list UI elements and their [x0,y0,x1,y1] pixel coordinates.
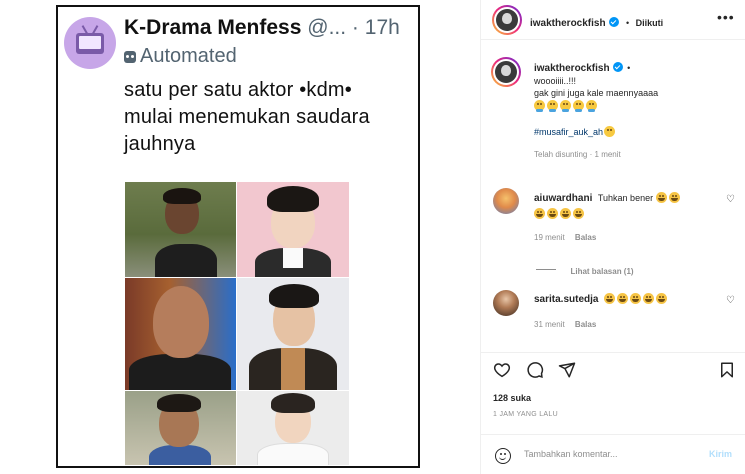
comment-time[interactable]: 19 menit [534,233,565,242]
crying-emoji-icon [547,100,558,112]
view-replies-label[interactable]: Lihat balasan (1) [570,267,633,276]
laughing-emoji-icon [656,293,667,304]
header-avatar[interactable] [492,5,522,35]
reply-button[interactable]: Balas [575,233,596,242]
tweet-text: satu per satu aktor •kdm• mulai menemuka… [124,77,416,158]
replies-divider [536,269,556,271]
grimace-emoji-icon [604,126,616,137]
header-dot: • [626,18,630,28]
photo-actor-smiling [237,182,349,277]
photo-man-outdoor [125,182,236,277]
comment-icon[interactable] [526,361,544,379]
automated-text: Automated [140,45,237,67]
caption-emojis [534,100,734,112]
caption-line-2: gak gini juga kale maennyaaaa [534,88,659,98]
caption-line-1: woooiiii..!!! [534,76,577,86]
comment-username[interactable]: aiuwardhani [534,193,592,204]
caption-username[interactable]: iwaktherockfish [534,63,610,74]
instagram-post-view: K-Drama Menfess @... · 17h Automated sat… [0,0,745,474]
post-image[interactable]: K-Drama Menfess @... · 17h Automated sat… [0,0,479,474]
share-icon[interactable] [558,361,576,379]
laughing-emoji-icon [668,192,680,203]
comment-like-heart-icon[interactable]: ♡ [726,296,735,306]
verified-icon [612,62,623,72]
crying-emoji-icon [573,100,584,112]
tweet-screenshot: K-Drama Menfess @... · 17h Automated sat… [56,5,420,468]
crying-emoji-icon [560,100,571,112]
tweet-text-line: jauhnya [124,133,196,155]
tweet-header: K-Drama Menfess @... · 17h [124,15,416,41]
comment-username[interactable]: sarita.sutedja [534,294,598,305]
tweet-avatar [64,17,116,69]
laughing-emoji-icon [560,208,571,219]
comment-time[interactable]: 31 menit [534,320,565,329]
edited-sep: · [589,150,593,159]
tweet-automated-label: Automated [124,45,237,68]
tweet-display-name: K-Drama Menfess [124,16,302,39]
comment-body: aiuwardhani Tuhkan bener [534,192,734,220]
bookmark-icon[interactable] [718,361,736,379]
laughing-emoji-icon [604,293,615,304]
crying-emoji-icon [586,100,597,112]
photo-actor-white-shirt [237,391,349,465]
laughing-emoji-icon [655,192,667,203]
comment-input[interactable] [524,449,694,459]
photo-bald-man [125,278,236,390]
photo-actor-suit [237,278,349,390]
comment-avatar[interactable] [493,290,519,316]
laughing-emoji-icon [643,293,654,304]
header-username[interactable]: iwaktherockfish [530,18,606,29]
post-comment-button[interactable]: Kirim [709,449,732,459]
tweet-text-line: mulai menemukan saudara [124,106,370,128]
emoji-picker-icon[interactable] [495,448,511,464]
heart-icon[interactable] [493,361,511,379]
post-date[interactable]: 1 JAM YANG LALU [493,411,558,418]
caption-dot: • [627,63,631,73]
header-user-line: iwaktherockfish • Diikuti [530,13,663,31]
hashtag-link[interactable]: #musafir_auk_ah [534,127,603,137]
edited-time[interactable]: 1 menit [595,150,621,159]
photo-man-smiling [125,391,236,465]
photo-grid [125,182,349,465]
comment-meta: 31 menit Balas [534,320,596,329]
caption: iwaktherockfish • woooiiii..!!! gak gini… [534,62,734,161]
post-side-panel: iwaktherockfish • Diikuti ••• iwaktheroc… [480,0,745,474]
caption-avatar[interactable] [491,57,521,87]
follow-status-button[interactable]: Diikuti [636,18,664,28]
verified-icon [608,17,619,27]
laughing-emoji-icon [534,208,545,219]
add-comment-bar: Kirim [481,434,745,474]
laughing-emoji-icon [630,293,641,304]
comment-meta: 19 menit Balas [534,233,596,242]
edited-label: Telah disunting [534,150,588,159]
reply-button[interactable]: Balas [575,320,596,329]
caption-meta: Telah disunting · 1 menit [534,149,734,161]
comment-body: sarita.sutedja [534,293,734,306]
comment-avatar[interactable] [493,188,519,214]
likes-count[interactable]: 128 suka [493,393,531,403]
tweet-time: 17h [364,16,400,39]
more-horizontal-icon[interactable]: ••• [717,10,735,24]
post-header: iwaktherockfish • Diikuti ••• [481,0,745,40]
laughing-emoji-icon [547,208,558,219]
tweet-separator: · [351,16,359,39]
tweet-text-line: satu per satu aktor •kdm• [124,79,352,101]
tv-icon [76,33,104,54]
crying-emoji-icon [534,100,545,112]
robot-icon [124,50,136,63]
view-replies[interactable]: Lihat balasan (1) [536,261,634,279]
post-actions [481,352,745,380]
comment-text: Tuhkan bener [597,193,654,203]
laughing-emoji-icon [617,293,628,304]
laughing-emoji-icon [573,208,584,219]
tweet-handle: @... [307,16,347,39]
comment-like-heart-icon[interactable]: ♡ [726,195,735,205]
